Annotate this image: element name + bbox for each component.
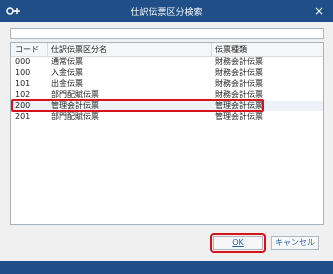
table-row[interactable]: 201 部門配賦伝票 管理会計伝票 <box>11 112 323 122</box>
result-list[interactable]: コード 仕訳伝票区分名 伝票種類 000 通常伝票 財務会計伝票 100 入金伝… <box>10 42 324 225</box>
row-code: 101 <box>15 79 31 88</box>
ok-button[interactable]: OK <box>213 236 263 250</box>
row-name: 入金伝票 <box>51 68 83 77</box>
table-row[interactable]: 101 出金伝票 財務会計伝票 <box>11 79 323 89</box>
dialog-title: 仕訳伝票区分検索 <box>130 8 203 18</box>
row-type: 管理会計伝票 <box>215 112 263 121</box>
column-header-type[interactable]: 伝票種類 <box>215 43 315 56</box>
row-name: 通常伝票 <box>51 57 83 66</box>
row-type: 財務会計伝票 <box>215 68 263 77</box>
cancel-button[interactable]: キャンセル <box>271 236 319 250</box>
ok-label: OK <box>232 238 244 247</box>
close-icon: × <box>313 4 325 18</box>
row-type: 財務会計伝票 <box>215 79 263 88</box>
column-header-code[interactable]: コード <box>15 43 49 56</box>
row-code: 000 <box>15 57 31 66</box>
status-bar <box>0 261 333 274</box>
table-row[interactable]: 000 通常伝票 財務会計伝票 <box>11 57 323 67</box>
row-name: 部門配賦伝票 <box>51 112 99 121</box>
cancel-label: キャンセル <box>275 238 315 247</box>
close-button[interactable]: × <box>311 3 327 19</box>
search-dialog: 仕訳伝票区分検索 × コード 仕訳伝票区分名 伝票種類 000 通常伝票 財務会… <box>0 0 333 274</box>
list-header: コード 仕訳伝票区分名 伝票種類 <box>11 43 323 57</box>
search-input[interactable] <box>10 28 324 39</box>
title-bar: 仕訳伝票区分検索 × <box>0 0 333 22</box>
selection-highlight <box>11 99 264 112</box>
row-name: 出金伝票 <box>51 79 83 88</box>
column-header-name[interactable]: 仕訳伝票区分名 <box>51 43 211 56</box>
row-code: 201 <box>15 112 31 121</box>
table-row[interactable]: 100 入金伝票 財務会計伝票 <box>11 68 323 78</box>
row-type: 財務会計伝票 <box>215 57 263 66</box>
row-code: 100 <box>15 68 31 77</box>
